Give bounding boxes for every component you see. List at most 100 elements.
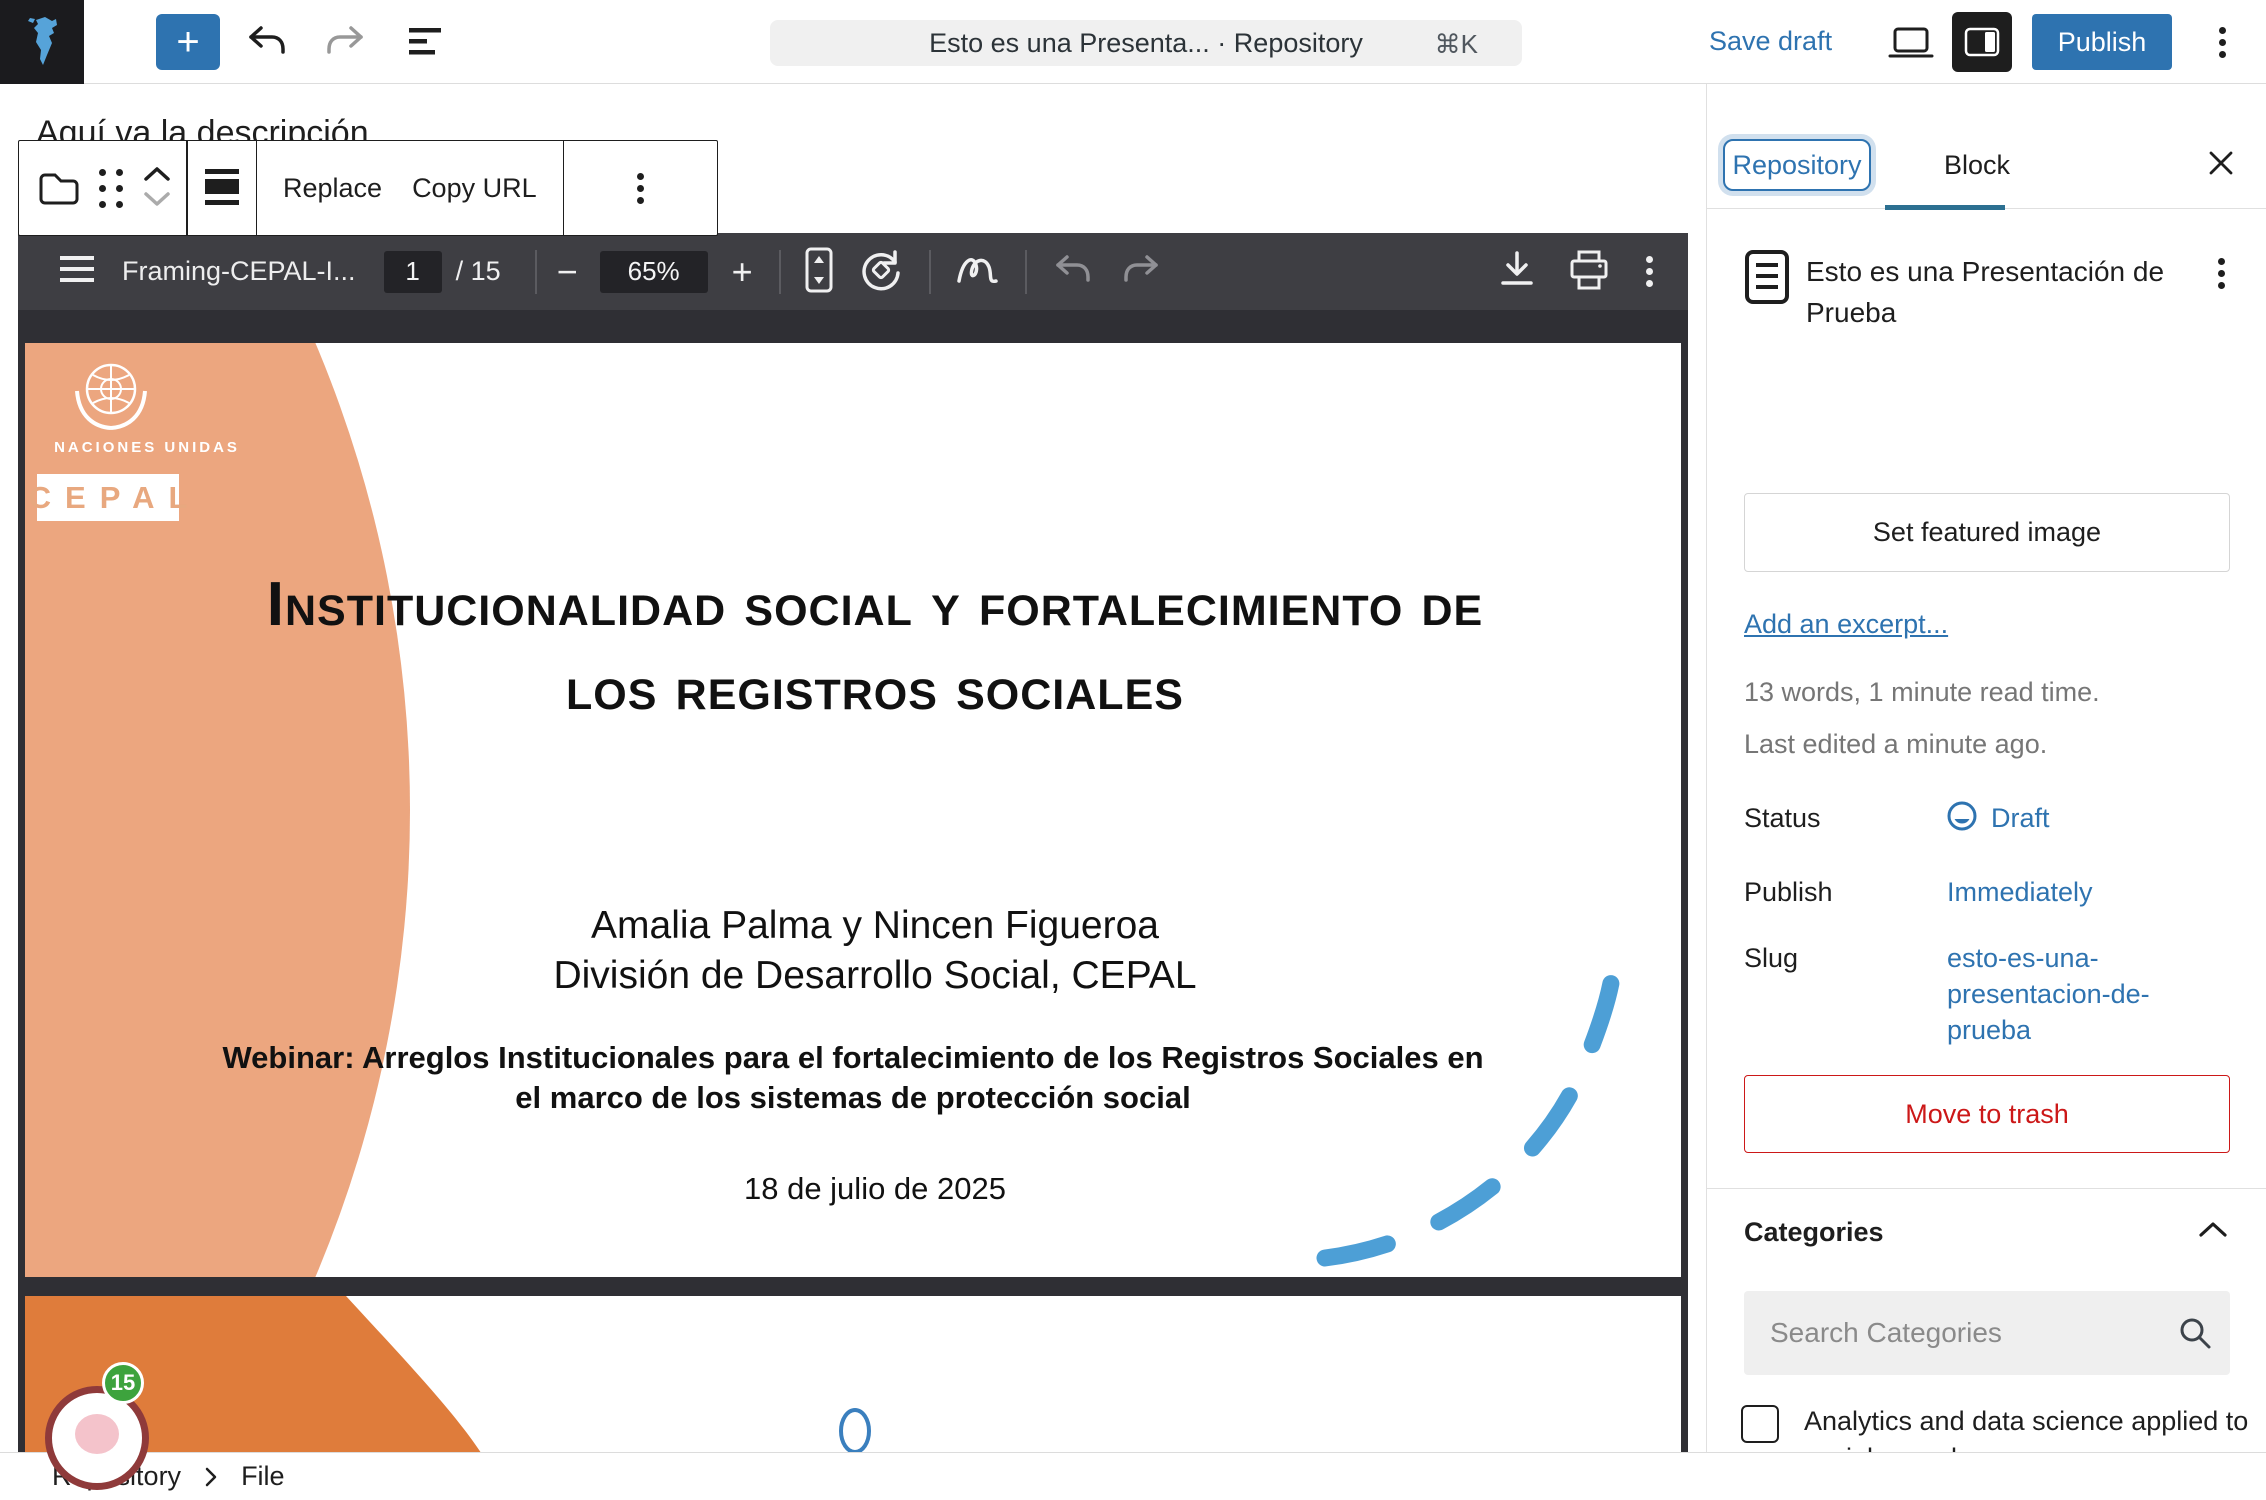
slide-date: 18 de julio de 2025 [225,1171,1525,1207]
panel-divider [1707,1188,2266,1189]
word-count-text: 13 words, 1 minute read time. [1744,677,2100,708]
laptop-icon [1886,24,1936,64]
copy-url-button[interactable]: Copy URL [400,173,549,204]
tab-repository[interactable]: Repository [1723,139,1871,191]
pdf-sidebar-toggle-button[interactable] [60,256,96,287]
pdf-options-button[interactable] [1640,251,1658,292]
hamburger-menu-icon [60,256,96,284]
fit-page-icon [805,247,833,293]
replace-button[interactable]: Replace [271,173,394,204]
undo-button[interactable] [245,22,287,65]
pdf-filename: Framing-CEPAL-I... [122,256,356,287]
toggle-settings-sidebar-button[interactable] [1952,12,2012,72]
command-shortcut: ⌘K [1435,29,1478,60]
save-draft-button[interactable]: Save draft [1709,26,1832,57]
close-sidebar-button[interactable] [2201,144,2241,184]
redo-button[interactable] [325,22,367,65]
un-caption: NACIONES UNIDAS [47,439,247,456]
status-value-button[interactable]: Draft [1991,803,2050,834]
add-excerpt-link[interactable]: Add an excerpt... [1744,609,1948,640]
move-block-up-button[interactable] [142,165,172,186]
slide-webinar-text: Webinar: Arreglos Institucionales para e… [213,1038,1493,1118]
publish-value-button[interactable]: Immediately [1947,877,2093,908]
list-view-icon [405,24,449,60]
pdf-print-button[interactable] [1568,249,1610,294]
pdf-zoom-in-button[interactable]: + [732,254,753,290]
move-block-down-button[interactable] [142,190,172,211]
redo-icon [325,22,367,62]
set-featured-image-button[interactable]: Set featured image [1744,493,2230,572]
chevron-up-icon [142,165,172,183]
pdf-draw-button[interactable] [955,251,1001,292]
block-inserter-button[interactable]: + [156,14,220,70]
pdf-fit-page-button[interactable] [805,247,833,296]
pdf-zoom-out-button[interactable]: − [557,254,578,290]
toolbar-separator [1025,250,1027,294]
sidebar-document-title: Esto es una Presentación de Prueba [1806,251,2206,333]
slide2-circle-graphic [841,1410,869,1452]
draft-status-icon [1945,799,1979,833]
pdf-page-number-input[interactable]: 1 [384,251,442,293]
block-toolbar: Replace Copy URL [18,140,718,236]
rotate-icon [859,248,903,292]
undo-icon [1053,253,1093,287]
pdf-undo-button[interactable] [1053,253,1093,290]
pdf-page-2 [25,1296,1681,1452]
publish-label: Publish [1744,877,1833,908]
undo-icon [245,22,287,62]
move-to-trash-button[interactable]: Move to trash [1744,1075,2230,1153]
kebab-icon [637,173,644,180]
recorder-inner-dot [75,1414,119,1454]
pdf-page-1: NACIONES UNIDAS CEPAL Institucionalidad … [25,343,1681,1277]
toolbar-separator [779,250,781,294]
file-block-icon [33,165,81,209]
redo-icon [1121,253,1161,287]
category-checkbox[interactable] [1741,1405,1779,1443]
sidebar-header: Repository Block [1707,84,2266,209]
latin-america-logo-icon [12,12,72,72]
slug-value-button[interactable]: esto-es-una-presentacion-de-prueba [1947,940,2192,1048]
document-overview-button[interactable] [405,24,449,63]
command-palette-title: Esto es una Presenta... · Repository [929,28,1363,59]
kebab-icon [2219,27,2226,34]
chevron-up-icon [2197,1219,2229,1239]
editor-options-button[interactable] [2212,22,2232,63]
kebab-icon [2218,258,2225,265]
category-label[interactable]: Analytics and data science applied to so… [1804,1403,2249,1452]
pdf-redo-button[interactable] [1121,253,1161,290]
pdf-rotate-button[interactable] [859,248,903,295]
block-type-button[interactable] [33,165,81,212]
search-categories-input[interactable] [1744,1291,2230,1375]
site-logo[interactable] [0,0,84,84]
print-icon [1568,249,1610,291]
document-icon [1744,249,1790,305]
kebab-icon [1646,256,1653,263]
publish-button[interactable]: Publish [2032,14,2172,70]
editor-footer: Repository File [0,1452,2266,1500]
document-actions-button[interactable] [2212,253,2230,294]
close-icon [2204,146,2238,180]
command-palette[interactable]: Esto es una Presenta... · Repository ⌘K [770,20,1522,66]
collapse-categories-button[interactable] [2197,1219,2229,1242]
slug-label: Slug [1744,943,1798,974]
tab-block[interactable]: Block [1917,139,2037,191]
freehand-draw-icon [955,251,1001,289]
search-icon [2177,1315,2213,1351]
pdf-download-button[interactable] [1498,249,1536,294]
editor-top-bar: + Esto es una Presenta... · Repository ⌘… [0,0,2266,84]
block-drag-handle[interactable] [99,169,124,208]
toolbar-separator [535,250,537,294]
pdf-viewer: Framing-CEPAL-I... 1 / 15 − 65% + [18,233,1688,1452]
slide-authors-line1: Amalia Palma y Nincen Figueroa [225,901,1525,951]
preview-button[interactable] [1886,24,1936,67]
align-none-icon [202,166,242,208]
sidebar-content: Esto es una Presentación de Prueba Set f… [1707,209,2266,1452]
slide1-background [25,343,1681,1277]
align-button[interactable] [202,166,242,211]
settings-sidebar: Repository Block Esto es una Presentació… [1706,84,2266,1452]
pdf-zoom-level[interactable]: 65% [600,251,708,293]
download-icon [1498,249,1536,291]
breadcrumb-chevron-icon [203,1465,219,1489]
block-options-button[interactable] [631,168,651,209]
last-edited-text: Last edited a minute ago. [1744,729,2047,760]
